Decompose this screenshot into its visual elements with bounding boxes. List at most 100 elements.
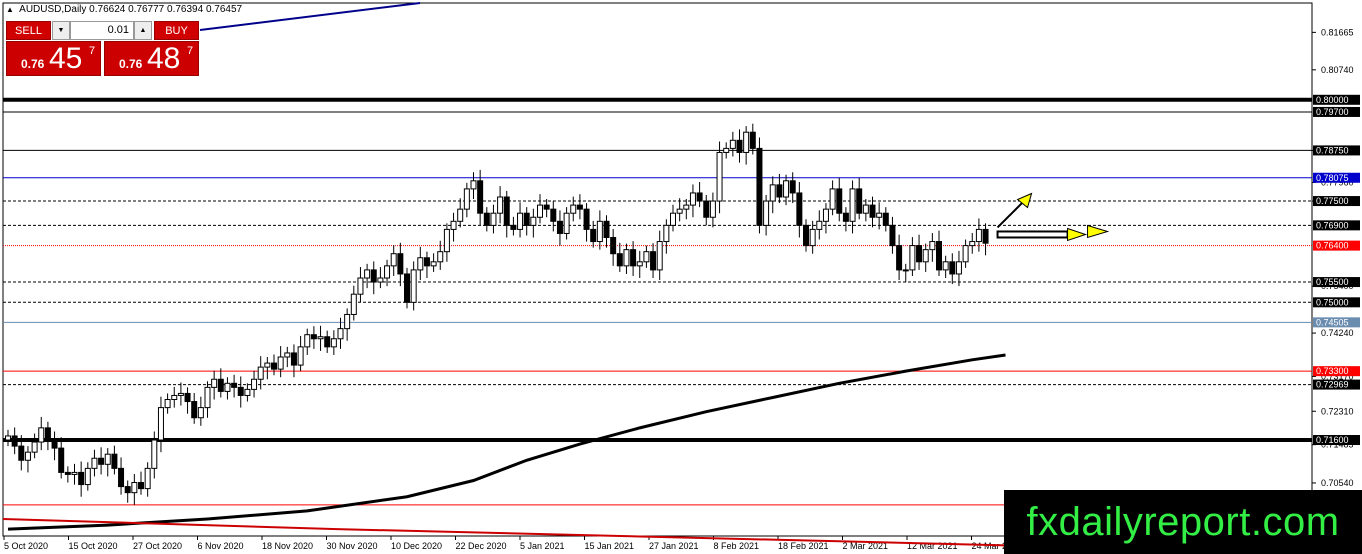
buy-button[interactable]: BUY bbox=[154, 21, 199, 40]
lot-decrease-icon[interactable]: ▼ bbox=[52, 21, 70, 40]
ohlc-values: 0.76624 0.76777 0.76394 0.76457 bbox=[89, 4, 243, 15]
x-tick-label: 15 Jan 2021 bbox=[585, 541, 635, 551]
candle-body bbox=[144, 467, 151, 490]
candle-body bbox=[58, 447, 65, 473]
candle-body bbox=[603, 220, 610, 239]
candle-body bbox=[24, 451, 31, 461]
moving-average-line bbox=[7, 353, 1006, 531]
candle-body bbox=[789, 180, 796, 194]
candle-body bbox=[490, 212, 497, 226]
level-label: 0.72969 bbox=[1316, 380, 1349, 390]
level-label: 0.80000 bbox=[1316, 95, 1349, 105]
candle-body bbox=[237, 386, 244, 396]
candle-body bbox=[118, 467, 125, 488]
lot-increase-icon[interactable]: ▲ bbox=[134, 21, 152, 40]
candle-body bbox=[576, 204, 583, 210]
candle-body bbox=[683, 204, 690, 210]
candle-body bbox=[257, 366, 264, 380]
candle-body bbox=[523, 212, 530, 226]
level-label: 0.73300 bbox=[1316, 366, 1349, 376]
candle-body bbox=[370, 269, 377, 283]
candle-body bbox=[749, 131, 756, 149]
level-label: 0.75000 bbox=[1316, 297, 1349, 307]
candle-body bbox=[803, 224, 809, 247]
candle-body bbox=[922, 249, 929, 263]
right-arrow-icon bbox=[1067, 227, 1088, 242]
candle-body bbox=[297, 346, 304, 366]
candle-body bbox=[869, 204, 876, 218]
candle-body bbox=[909, 245, 916, 271]
level-label: 0.75500 bbox=[1316, 277, 1349, 287]
candle-body bbox=[543, 204, 550, 210]
candle-body bbox=[962, 245, 969, 263]
candle-body bbox=[184, 392, 191, 403]
candle-body bbox=[177, 392, 184, 396]
candle-body bbox=[217, 378, 224, 392]
candle-body bbox=[650, 251, 657, 271]
buy-price-big: 48 bbox=[147, 42, 181, 75]
candle-body bbox=[969, 241, 976, 247]
candle-body bbox=[191, 401, 198, 419]
candle-body bbox=[304, 334, 311, 348]
candle-body bbox=[310, 334, 317, 340]
x-tick-label: 8 Feb 2021 bbox=[714, 541, 760, 551]
sell-button[interactable]: SELL bbox=[6, 21, 51, 40]
candle-body bbox=[497, 196, 504, 214]
x-tick-label: 22 Dec 2020 bbox=[456, 541, 507, 551]
candle-body bbox=[350, 293, 357, 315]
sell-price-prefix: 0.76 bbox=[21, 57, 45, 71]
candle-body bbox=[643, 251, 650, 263]
sell-price-sup: 7 bbox=[89, 45, 96, 57]
one-click-trading-panel: SELL ▼ 0.01 ▲ BUY 0.76 45 7 0.76 48 7 bbox=[6, 21, 199, 76]
candle-body bbox=[822, 208, 829, 222]
candle-body bbox=[38, 427, 45, 443]
candle-body bbox=[889, 224, 896, 247]
candle-body bbox=[437, 251, 444, 263]
candle-body bbox=[483, 212, 490, 226]
x-tick-label: 30 Nov 2020 bbox=[327, 541, 378, 551]
level-label: 0.78075 bbox=[1316, 173, 1349, 183]
lot-size-input[interactable]: 0.01 bbox=[70, 21, 134, 40]
candle-body bbox=[271, 362, 277, 370]
candle-body bbox=[78, 471, 85, 486]
candle-body bbox=[264, 362, 271, 368]
candle-body bbox=[104, 453, 111, 465]
candle-body bbox=[251, 378, 258, 390]
y-tick-label: 0.74240 bbox=[1321, 328, 1354, 338]
candle-body bbox=[809, 228, 816, 247]
candle-body bbox=[596, 220, 603, 243]
candle-body bbox=[457, 208, 464, 222]
candle-body bbox=[131, 482, 138, 494]
candle-body bbox=[11, 435, 18, 447]
price-chart[interactable]: 0.816650.807400.787500.779600.775000.754… bbox=[0, 0, 1362, 554]
sell-price-box[interactable]: 0.76 45 7 bbox=[6, 41, 101, 76]
candle-body bbox=[231, 382, 238, 388]
candle-body bbox=[583, 208, 590, 230]
candle-body bbox=[556, 220, 563, 234]
candle-body bbox=[776, 184, 783, 198]
candle-body bbox=[337, 328, 344, 340]
buy-price-sup: 7 bbox=[187, 45, 194, 57]
candle-body bbox=[410, 269, 417, 303]
candle-body bbox=[716, 151, 723, 202]
candle-body bbox=[570, 204, 577, 214]
candle-body bbox=[157, 407, 164, 441]
candle-body bbox=[862, 204, 869, 214]
candle-body bbox=[949, 261, 956, 275]
candle-body bbox=[124, 486, 131, 494]
candle-body bbox=[470, 180, 477, 190]
candle-body bbox=[882, 212, 889, 226]
x-tick-label: 27 Jan 2021 bbox=[649, 541, 699, 551]
candle-body bbox=[763, 200, 770, 226]
candle-body bbox=[975, 228, 982, 243]
candle-body bbox=[151, 439, 158, 469]
buy-price-box[interactable]: 0.76 48 7 bbox=[104, 41, 199, 76]
candle-body bbox=[670, 212, 676, 226]
dropdown-triangle-icon[interactable]: ▲ bbox=[6, 5, 14, 14]
candle-body bbox=[709, 200, 716, 218]
candle-body bbox=[111, 453, 118, 469]
candle-body bbox=[982, 228, 989, 244]
candle-body bbox=[98, 457, 105, 465]
candle-body bbox=[816, 220, 823, 230]
candle-body bbox=[743, 131, 750, 153]
